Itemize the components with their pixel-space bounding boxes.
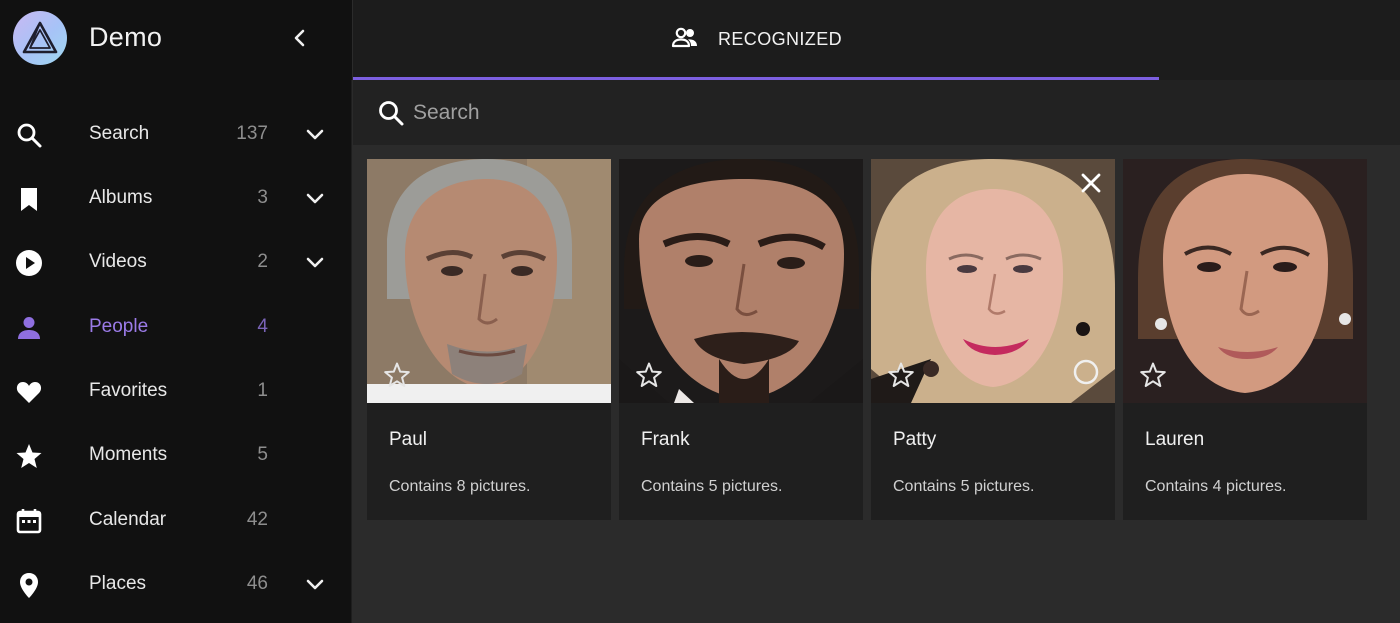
search-bar: [353, 80, 1400, 145]
chevron-left-icon[interactable]: [286, 24, 314, 52]
person-name: Paul: [389, 429, 428, 450]
sidebar-item-label: People: [89, 316, 149, 337]
sidebar-item-label: Favorites: [89, 380, 168, 401]
person-card[interactable]: Lauren Contains 4 pictures.: [1123, 159, 1367, 520]
chevron-down-icon[interactable]: [303, 187, 327, 211]
search-icon: [17, 123, 42, 148]
star-icon: [16, 444, 42, 468]
star-outline-icon[interactable]: [635, 361, 663, 389]
heart-icon: [16, 382, 42, 403]
people-grid: Paul Contains 8 pictures. Frank Contains…: [353, 145, 1400, 623]
person-picture-count: Contains 8 pictures.: [389, 478, 531, 495]
sidebar-item-search[interactable]: Search 137: [0, 102, 352, 166]
sidebar-item-count: 46: [246, 573, 268, 594]
search-input[interactable]: [413, 94, 1013, 132]
person-card[interactable]: Patty Contains 5 pictures.: [871, 159, 1115, 520]
prism-logo-icon[interactable]: [13, 11, 67, 65]
person-picture-count: Contains 5 pictures.: [641, 478, 783, 495]
play-circle-icon: [16, 250, 42, 276]
sidebar-item-count: 137: [236, 123, 268, 144]
chevron-down-icon[interactable]: [303, 573, 327, 597]
sidebar-item-count: 42: [246, 509, 268, 530]
sidebar-item-favorites[interactable]: Favorites 1: [0, 359, 352, 423]
sidebar: Demo Search 137 Albums 3 Videos 2 People…: [0, 0, 352, 623]
sidebar-item-label: Moments: [89, 444, 168, 465]
sidebar-item-count: 3: [257, 187, 268, 208]
sidebar-item-label: Search: [89, 123, 150, 144]
star-outline-icon[interactable]: [383, 361, 411, 389]
people-icon: [671, 27, 697, 48]
sidebar-item-label: Places: [89, 573, 147, 594]
person-picture-count: Contains 5 pictures.: [893, 478, 1035, 495]
sidebar-item-calendar[interactable]: Calendar 42: [0, 488, 352, 552]
bookmark-icon: [21, 188, 37, 211]
calendar-icon: [16, 509, 42, 534]
sidebar-header: Demo: [0, 0, 352, 80]
sidebar-item-moments[interactable]: Moments 5: [0, 423, 352, 487]
person-icon: [18, 317, 40, 339]
chevron-down-icon[interactable]: [303, 251, 327, 275]
sidebar-item-count: 4: [257, 316, 268, 337]
chevron-down-icon[interactable]: [303, 123, 327, 147]
sidebar-item-people[interactable]: People 4: [0, 295, 352, 359]
sidebar-item-count: 2: [257, 251, 268, 272]
close-icon[interactable]: [1077, 169, 1105, 197]
star-outline-icon[interactable]: [1139, 361, 1167, 389]
sidebar-item-albums[interactable]: Albums 3: [0, 166, 352, 230]
sidebar-item-label: Videos: [89, 251, 147, 272]
person-picture-count: Contains 4 pictures.: [1145, 478, 1287, 495]
sidebar-item-label: Calendar: [89, 509, 167, 530]
sidebar-item-places[interactable]: Places 46: [0, 552, 352, 616]
sidebar-item-videos[interactable]: Videos 2: [0, 230, 352, 294]
search-icon: [379, 101, 404, 126]
tab-bar: RECOGNIZED: [353, 0, 1400, 80]
app-title: Demo: [89, 22, 163, 52]
tab-recognized[interactable]: RECOGNIZED: [353, 0, 1159, 80]
person-card[interactable]: Paul Contains 8 pictures.: [367, 159, 611, 520]
place-icon: [20, 573, 38, 598]
star-outline-icon[interactable]: [887, 361, 915, 389]
sidebar-item-label: Albums: [89, 187, 153, 208]
sidebar-item-count: 1: [257, 380, 268, 401]
person-name: Frank: [641, 429, 690, 450]
tab-label: RECOGNIZED: [718, 29, 843, 49]
person-name: Patty: [893, 429, 937, 450]
person-card[interactable]: Frank Contains 5 pictures.: [619, 159, 863, 520]
person-name: Lauren: [1145, 429, 1205, 450]
sidebar-item-count: 5: [257, 444, 268, 465]
